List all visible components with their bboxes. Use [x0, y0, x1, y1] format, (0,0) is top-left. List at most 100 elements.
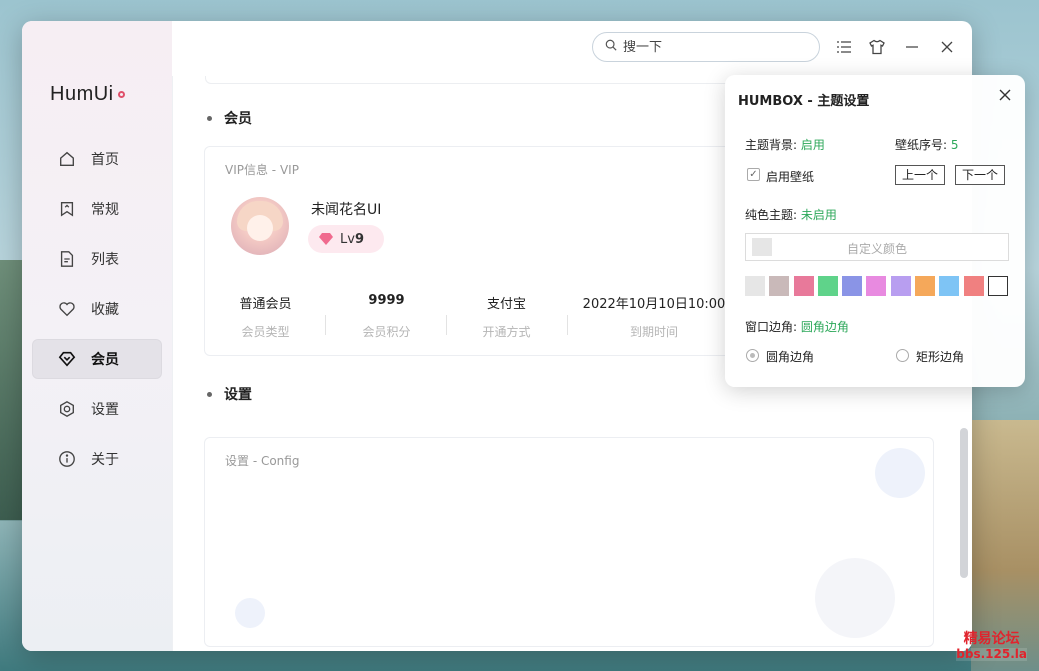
stat-label: 会员积分 [362, 325, 411, 339]
stat-value: 支付宝 [486, 297, 526, 312]
sidebar-item-list[interactable]: 列表 [32, 239, 162, 279]
member-section-title: 会员 [207, 108, 252, 128]
sidebar-item-settings[interactable]: 设置 [32, 389, 162, 429]
color-swatch[interactable] [817, 276, 838, 296]
document-icon [58, 250, 76, 268]
member-section-title-text: 会员 [224, 111, 252, 127]
brand-dot-icon [117, 91, 125, 99]
config-card: 设置 - Config [204, 437, 934, 647]
stat-member-type: 普通会员 会员类型 [205, 293, 326, 340]
menu-button[interactable] [834, 37, 854, 57]
square-corner-label: 矩形边角 [916, 350, 965, 364]
diamond-icon [58, 350, 76, 368]
search-input[interactable] [623, 39, 803, 55]
tshirt-icon [869, 39, 885, 55]
sidebar-item-label: 关于 [91, 452, 119, 468]
enable-wallpaper-label: 启用壁纸 [766, 170, 815, 184]
theme-bg-value[interactable]: 启用 [801, 138, 825, 152]
window-corner-row: 窗口边角: 圆角边角 [745, 318, 849, 335]
solid-theme-value[interactable]: 未启用 [801, 208, 837, 222]
sidebar-item-label: 首页 [91, 152, 119, 168]
color-swatch[interactable] [769, 276, 790, 296]
window-corner-value: 圆角边角 [800, 320, 849, 334]
site-watermark: 精易论坛 bbs.125.la [956, 632, 1027, 661]
custom-color-field[interactable]: 自定义颜色 [745, 233, 1009, 261]
color-swatch[interactable] [866, 276, 887, 296]
sidebar-item-label: 收藏 [91, 302, 119, 318]
heart-icon [58, 300, 76, 318]
wallpaper-no-value: 5 [950, 138, 959, 152]
brand-text: HumUi [50, 83, 114, 105]
solid-theme-label: 纯色主题: [745, 208, 798, 222]
search-box[interactable] [592, 32, 820, 62]
sidebar-nav: 首页 常规 列表 收藏 会员 设置 关于 [32, 139, 162, 489]
wallpaper-no-row: 壁纸序号: 5 [895, 136, 959, 153]
sidebar-item-label: 列表 [91, 252, 119, 268]
list-icon [837, 41, 851, 53]
enable-wallpaper-checkbox[interactable]: ✓ [747, 168, 760, 181]
theme-bg-label: 主题背景: [745, 138, 798, 152]
color-swatch[interactable] [890, 276, 911, 296]
close-icon [941, 41, 953, 53]
theme-settings-popup: HUMBOX - 主题设置 主题背景: 启用 壁纸序号: 5 ✓ 启用壁纸 上一… [725, 75, 1025, 387]
color-swatch[interactable] [987, 276, 1008, 296]
sidebar-item-general[interactable]: 常规 [32, 189, 162, 229]
sidebar-item-label: 会员 [91, 352, 119, 368]
sidebar-item-label: 常规 [91, 202, 119, 218]
next-wallpaper-button[interactable]: 下一个 [955, 165, 1006, 185]
sidebar-item-member[interactable]: 会员 [32, 339, 162, 379]
search-icon [605, 39, 617, 55]
close-button[interactable] [937, 37, 957, 57]
color-swatch[interactable] [793, 276, 814, 296]
decorative-hexagon-shape [815, 558, 895, 638]
decorative-circle-shape [235, 598, 265, 628]
minimize-button[interactable] [902, 37, 922, 57]
previous-wallpaper-button[interactable]: 上一个 [895, 165, 946, 185]
theme-bg-row: 主题背景: 启用 [745, 136, 825, 153]
vip-card-caption: VIP信息 - VIP [225, 163, 299, 177]
window-corner-label: 窗口边角: [745, 320, 798, 334]
config-card-caption: 设置 - Config [225, 454, 300, 468]
stat-label: 到期时间 [629, 325, 678, 339]
stat-payment-method: 支付宝 开通方式 [446, 293, 567, 340]
theme-button[interactable] [867, 37, 887, 57]
sidebar-item-favorites[interactable]: 收藏 [32, 289, 162, 329]
level-prefix: Lv [340, 231, 355, 247]
wallpaper-no-label: 壁纸序号: [895, 138, 948, 152]
sidebar-item-about[interactable]: 关于 [32, 439, 162, 479]
popup-title: HUMBOX - 主题设置 [738, 94, 870, 109]
decorative-circle-shape [875, 448, 925, 498]
scrollbar[interactable] [960, 428, 968, 578]
radio-rounded-corner[interactable] [746, 349, 759, 362]
close-icon [999, 89, 1011, 101]
color-swatch[interactable] [939, 276, 960, 296]
sidebar-item-home[interactable]: 首页 [32, 139, 162, 179]
minimize-icon [906, 46, 918, 48]
settings-section-title-text: 设置 [224, 387, 252, 403]
watermark-line2: bbs.125.la [956, 646, 1027, 661]
stat-expiry: 2022年10月10日10:00 到期时间 [577, 293, 731, 340]
color-swatch[interactable] [745, 276, 765, 296]
watermark-line1: 精易论坛 [963, 631, 1020, 648]
solid-theme-row: 纯色主题: 未启用 [745, 206, 837, 223]
title-bar [172, 21, 972, 76]
info-icon [58, 450, 76, 468]
stat-value: 2022年10月10日10:00 [582, 297, 726, 312]
user-name: 未闻花名UI [311, 202, 382, 218]
level-value: 9 [354, 231, 364, 247]
home-icon [58, 150, 76, 168]
color-swatch[interactable] [842, 276, 863, 296]
stat-label: 会员类型 [241, 325, 290, 339]
settings-section-title: 设置 [207, 384, 252, 404]
radio-square-corner[interactable] [896, 349, 909, 362]
custom-color-placeholder: 自定义颜色 [846, 242, 907, 256]
level-badge: Lv 9 [308, 225, 384, 253]
avatar[interactable] [231, 197, 289, 255]
stat-value: 普通会员 [239, 297, 292, 312]
sidebar: HumUi 首页 常规 列表 收藏 会员 设置 关于 [22, 21, 172, 651]
popup-close-button[interactable] [997, 87, 1013, 103]
color-swatch[interactable] [963, 276, 984, 296]
color-palette [745, 276, 1012, 296]
sidebar-item-label: 设置 [91, 402, 119, 418]
color-swatch[interactable] [915, 276, 936, 296]
